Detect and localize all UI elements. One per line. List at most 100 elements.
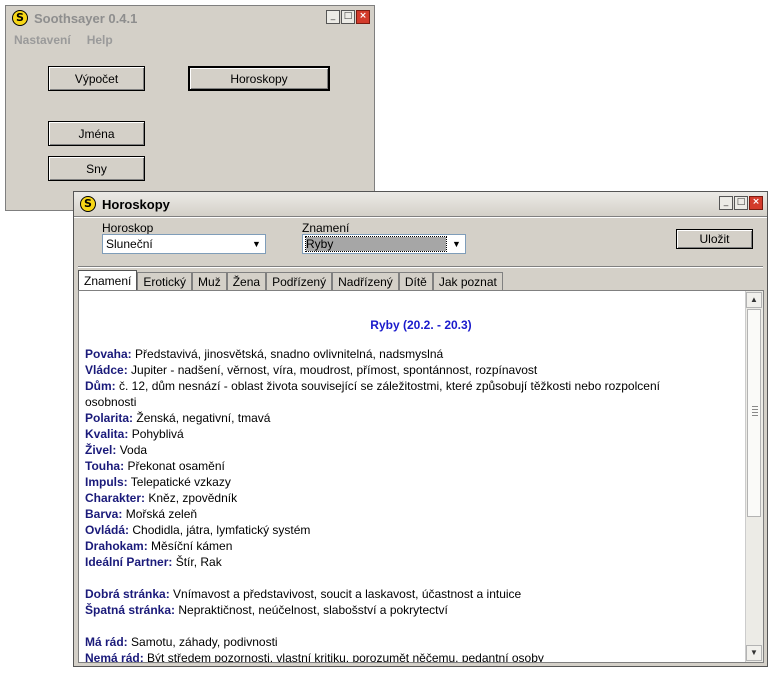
app-icon: [12, 10, 28, 26]
horoscope-text: Povaha: Představivá, jinosvětská, snadno…: [79, 346, 763, 663]
horoscope-titlebar[interactable]: Horoskopy _ □ ×: [74, 192, 767, 216]
line-key: Barva:: [85, 507, 123, 521]
line-key: Polarita:: [85, 411, 134, 425]
line-key: Touha:: [85, 459, 125, 473]
line-text: Překonat osamění: [127, 459, 225, 473]
tab-jak-poznat[interactable]: Jak poznat: [432, 272, 503, 291]
znameni-label: Znamení: [302, 221, 350, 235]
text-line: Ideální Partner: Štír, Rak: [79, 554, 763, 570]
grip-icon: [752, 406, 758, 416]
text-line: Barva: Mořská zeleň: [79, 506, 763, 522]
text-line: Touha: Překonat osamění: [79, 458, 763, 474]
maximize-icon[interactable]: □: [734, 196, 748, 210]
vertical-scrollbar[interactable]: ▲ ▼: [745, 291, 763, 662]
znameni-select[interactable]: Ryby ▼: [302, 234, 466, 254]
line-key: Charakter:: [85, 491, 146, 505]
maximize-icon[interactable]: □: [341, 10, 355, 24]
app-icon: [80, 196, 96, 212]
scroll-up-icon[interactable]: ▲: [746, 292, 762, 308]
text-line: Živel: Voda: [79, 442, 763, 458]
line-key: Má rád:: [85, 635, 128, 649]
tab-bar: Znamení Erotický Muž Žena Podřízený Nadř…: [78, 270, 503, 291]
line-key: Drahokam:: [85, 539, 148, 553]
chevron-down-icon[interactable]: ▼: [248, 235, 265, 253]
scroll-down-icon[interactable]: ▼: [746, 645, 762, 661]
line-key: Nemá rád:: [85, 651, 144, 663]
line-text: č. 12, dům nesnází - oblast života souvi…: [119, 379, 660, 393]
text-line: osobnosti: [79, 394, 763, 410]
text-line: Ovládá: Chodidla, játra, lymfatický syst…: [79, 522, 763, 538]
line-key: Ideální Partner:: [85, 555, 173, 569]
main-menubar: Nastavení Help: [6, 31, 121, 49]
znameni-select-value: Ryby: [305, 236, 447, 252]
text-line: Charakter: Kněz, zpovědník: [79, 490, 763, 506]
scrollbar-thumb[interactable]: [747, 309, 761, 517]
line-text: Být středem pozornosti, vlastní kritiku,…: [147, 651, 544, 663]
vypocet-button[interactable]: Výpočet: [48, 66, 145, 91]
line-key: Živel:: [85, 443, 117, 457]
line-text: Ženská, negativní, tmavá: [136, 411, 271, 425]
line-text: Mořská zeleň: [125, 507, 198, 521]
line-text: Vnímavost a představivost, soucit a lask…: [173, 587, 522, 601]
horoscope-window-title: Horoskopy: [102, 196, 170, 212]
main-window: Soothsayer 0.4.1 _ □ × Nastavení Help Vý…: [5, 5, 375, 211]
text-line: Vládce: Jupiter - nadšení, věrnost, víra…: [79, 362, 763, 378]
tab-eroticky[interactable]: Erotický: [137, 272, 193, 291]
text-line: Dobrá stránka: Vnímavost a představivost…: [79, 586, 763, 602]
line-key: Špatná stránka:: [85, 603, 176, 617]
text-line: Kvalita: Pohyblivá: [79, 426, 763, 442]
line-key: Kvalita:: [85, 427, 129, 441]
horoscope-content[interactable]: Ryby (20.2. - 20.3) Povaha: Představivá,…: [78, 290, 764, 663]
line-text: Měsíční kámen: [151, 539, 233, 553]
text-line: Nemá rád: Být středem pozornosti, vlastn…: [79, 650, 763, 663]
text-line: Polarita: Ženská, negativní, tmavá: [79, 410, 763, 426]
tab-podrizeny[interactable]: Podřízený: [266, 272, 333, 291]
text-line: Drahokam: Měsíční kámen: [79, 538, 763, 554]
line-key: Ovládá:: [85, 523, 130, 537]
ulozit-button[interactable]: Uložit: [676, 229, 753, 249]
line-text: Štír, Rak: [175, 555, 222, 569]
tab-nadrizeny[interactable]: Nadřízený: [332, 272, 399, 291]
header-separator: [74, 216, 767, 218]
sign-heading: Ryby (20.2. - 20.3): [370, 318, 472, 332]
text-line: Povaha: Představivá, jinosvětská, snadno…: [79, 346, 763, 362]
main-window-title: Soothsayer 0.4.1: [34, 10, 138, 26]
menu-nastaveni[interactable]: Nastavení: [6, 31, 79, 49]
text-line: Špatná stránka: Nepraktičnost, neúčelnos…: [79, 602, 763, 618]
line-key: Dům:: [85, 379, 116, 393]
line-text: Pohyblivá: [131, 427, 184, 441]
horoskop-select[interactable]: Sluneční ▼: [102, 234, 266, 254]
chevron-down-icon[interactable]: ▼: [448, 235, 465, 253]
tab-znameni[interactable]: Znamení: [78, 270, 138, 291]
horoskopy-button[interactable]: Horoskopy: [188, 66, 330, 91]
text-line: Dům: č. 12, dům nesnází - oblast života …: [79, 378, 763, 394]
line-key: Povaha:: [85, 347, 132, 361]
line-text: Voda: [119, 443, 148, 457]
tab-dite[interactable]: Dítě: [398, 272, 433, 291]
line-key: Impuls:: [85, 475, 128, 489]
sny-button[interactable]: Sny: [48, 156, 145, 181]
line-text: Představivá, jinosvětská, snadno ovlivni…: [135, 347, 444, 361]
line-text: Telepatické vzkazy: [130, 475, 231, 489]
line-text: Samotu, záhady, podivnosti: [131, 635, 278, 649]
jmena-button[interactable]: Jména: [48, 121, 145, 146]
line-text: osobnosti: [85, 395, 137, 409]
line-key: Dobrá stránka:: [85, 587, 170, 601]
close-icon[interactable]: ×: [749, 196, 763, 210]
main-titlebar[interactable]: Soothsayer 0.4.1 _ □ ×: [6, 6, 374, 30]
tab-muz[interactable]: Muž: [192, 272, 227, 291]
line-text: Chodidla, játra, lymfatický systém: [132, 523, 311, 537]
text-line: Impuls: Telepatické vzkazy: [79, 474, 763, 490]
menu-help[interactable]: Help: [79, 31, 121, 49]
minimize-icon[interactable]: _: [719, 196, 733, 210]
minimize-icon[interactable]: _: [326, 10, 340, 24]
line-text: Jupiter - nadšení, věrnost, víra, moudro…: [131, 363, 538, 377]
line-key: Vládce:: [85, 363, 128, 377]
close-icon[interactable]: ×: [356, 10, 370, 24]
tab-zena[interactable]: Žena: [226, 272, 267, 291]
horoscope-window: Horoskopy _ □ × Horoskop Sluneční ▼ Znam…: [73, 191, 768, 667]
line-text: Kněz, zpovědník: [148, 491, 238, 505]
line-text: Nepraktičnost, neúčelnost, slabošství a …: [178, 603, 448, 617]
tabs-separator: [78, 266, 763, 268]
